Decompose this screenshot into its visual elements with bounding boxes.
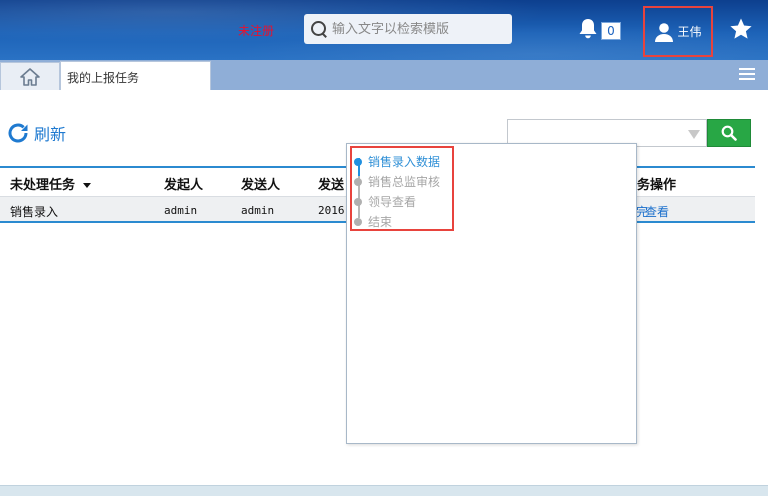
- tab-home[interactable]: [0, 62, 60, 90]
- user-icon: [655, 22, 674, 42]
- refresh-button[interactable]: 刷新: [8, 121, 66, 145]
- cell-task: 销售录入: [10, 205, 59, 219]
- cell-initiator: admin: [164, 204, 198, 217]
- refresh-label: 刷新: [34, 125, 67, 144]
- register-status[interactable]: 未注册: [238, 22, 274, 39]
- cell-sender: admin: [241, 204, 275, 217]
- notification-count-badge[interactable]: 0: [601, 22, 621, 40]
- filter-search-button[interactable]: [707, 119, 751, 147]
- horizontal-scrollbar[interactable]: [0, 485, 768, 496]
- tab-label: 我的上报任务: [67, 71, 140, 85]
- tab-my-report-tasks[interactable]: 我的上报任务: [60, 61, 211, 90]
- search-icon: [721, 125, 737, 141]
- chevron-down-icon[interactable]: [688, 130, 700, 139]
- column-header-action: 务操作: [637, 178, 677, 193]
- home-icon: [20, 67, 40, 86]
- menu-icon[interactable]: [739, 68, 755, 81]
- column-header-sender: 发送人: [241, 178, 281, 193]
- column-header-initiator: 发起人: [164, 178, 204, 193]
- star-icon[interactable]: [729, 17, 753, 41]
- user-menu[interactable]: 王伟: [643, 6, 713, 57]
- search-icon[interactable]: [310, 20, 328, 38]
- view-link[interactable]: 查看: [645, 203, 669, 220]
- template-search[interactable]: [304, 14, 512, 44]
- sort-down-icon[interactable]: [82, 181, 92, 189]
- column-header-task[interactable]: 未处理任务: [10, 174, 92, 193]
- refresh-icon: [8, 123, 28, 143]
- column-header-send-time: 发送: [318, 178, 345, 193]
- user-name: 王伟: [677, 25, 702, 39]
- workflow-highlight-box: [350, 146, 454, 231]
- template-search-input[interactable]: [332, 21, 507, 37]
- bell-icon[interactable]: [578, 18, 598, 40]
